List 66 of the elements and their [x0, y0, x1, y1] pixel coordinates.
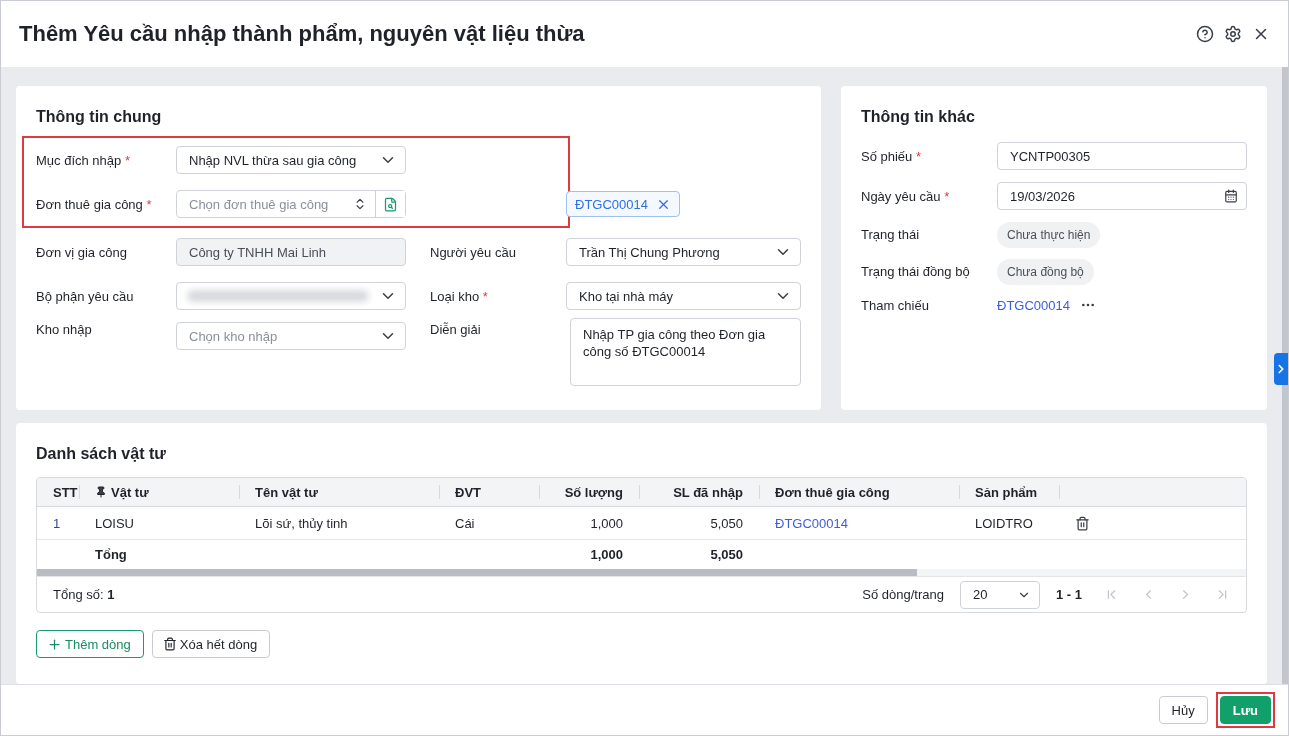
- field-label: Trạng thái: [861, 227, 921, 242]
- date-field[interactable]: 19/03/2026: [997, 182, 1247, 210]
- field-label: Loại kho *: [430, 288, 489, 304]
- field-label: Trạng thái đồng bộ: [861, 264, 971, 279]
- page-size-label: Số dòng/trang: [862, 587, 944, 602]
- cancel-button[interactable]: Hủy: [1158, 696, 1208, 724]
- clear-rows-button[interactable]: Xóa hết dòng: [151, 630, 271, 658]
- plus-icon: [47, 636, 62, 652]
- field-label: Người yêu cầu: [430, 244, 517, 260]
- field-label: Diễn giải: [430, 322, 482, 337]
- delete-icon[interactable]: [1075, 515, 1090, 531]
- column-header: Số lượng: [539, 478, 639, 507]
- column-header: ĐVT: [439, 478, 539, 507]
- table-cell: LOISU: [79, 507, 239, 540]
- field-label: Bộ phận yêu cầu: [36, 288, 135, 304]
- table-cell-text: 1,000: [589, 546, 624, 564]
- settings-icon[interactable]: [1224, 25, 1242, 43]
- field-label: Mục đích nhập *: [36, 152, 131, 168]
- table-cell: 5,050: [639, 507, 759, 540]
- expand-panel-button[interactable]: [1274, 353, 1288, 385]
- column-header: SL đã nhập: [639, 478, 759, 507]
- description-field[interactable]: Nhập TP gia công theo Đơn gia công số ĐTGC00014: [570, 318, 801, 386]
- dropdown-field[interactable]: Kho tại nhà máy: [566, 282, 801, 310]
- search-document-button[interactable]: [375, 191, 405, 217]
- dropdown-field[interactable]: Trần Thị Chung Phương: [566, 238, 801, 266]
- total-label: Tổng: [94, 546, 128, 564]
- field-label: Đơn vị gia công: [36, 244, 128, 260]
- column-header: Tên vật tư: [239, 478, 439, 507]
- column-header: Đơn thuê gia công: [759, 478, 959, 507]
- page-range: 1 - 1: [1056, 587, 1082, 602]
- section-title: Thông tin chung: [36, 108, 163, 126]
- scrollbar-thumb[interactable]: [1282, 67, 1288, 684]
- pin-icon[interactable]: [95, 486, 107, 498]
- status-badge: Chưa đồng bộ: [997, 258, 1094, 285]
- field-label: Tham chiếu: [861, 297, 930, 313]
- text-field[interactable]: YCNTP00305: [997, 142, 1247, 170]
- total-count: Tổng số: 1: [53, 587, 115, 602]
- help-icon[interactable]: [1196, 25, 1214, 43]
- column-header: Sản phẩm: [959, 478, 1059, 507]
- window-title: Thêm Yêu cầu nhập thành phẩm, nguyên vật liệu thừa: [19, 21, 585, 47]
- column-header: Vật tư: [79, 478, 239, 507]
- trash-icon: [162, 637, 177, 651]
- column-header: STT: [37, 478, 79, 507]
- table-cell: 1,000: [539, 507, 639, 540]
- table-cell: 1: [37, 507, 79, 540]
- field-label: Kho nhập: [36, 322, 93, 337]
- table-link[interactable]: ĐTGC00014: [759, 507, 959, 540]
- document-search-icon[interactable]: [383, 196, 398, 212]
- section-title: Thông tin khác: [861, 108, 976, 126]
- selected-tag: ĐTGC00014: [566, 191, 680, 217]
- dropdown-field[interactable]: Nhập NVL thừa sau gia công: [176, 146, 406, 174]
- table-cell-text: 5,050: [709, 546, 744, 564]
- scrollbar-thumb[interactable]: [37, 569, 917, 576]
- field-label: Đơn thuê gia công *: [36, 196, 153, 212]
- add-row-button[interactable]: Thêm dòng: [36, 630, 144, 658]
- table-cell: Lõi sứ, thủy tinh: [239, 507, 439, 540]
- reference-link[interactable]: ĐTGC00014: [997, 297, 1070, 313]
- field-label: Ngày yêu cầu *: [861, 188, 951, 204]
- table-cell: Cái: [439, 507, 539, 540]
- field-label: Số phiếu *: [861, 148, 922, 164]
- status-badge: Chưa thực hiện: [997, 221, 1101, 248]
- table-cell: LOIDTRO: [959, 507, 1059, 540]
- section-title: Danh sách vật tư: [36, 445, 167, 463]
- calendar-icon: [1224, 189, 1238, 203]
- dropdown-field[interactable]: [176, 282, 406, 310]
- page-size-dropdown[interactable]: 20: [960, 580, 1040, 609]
